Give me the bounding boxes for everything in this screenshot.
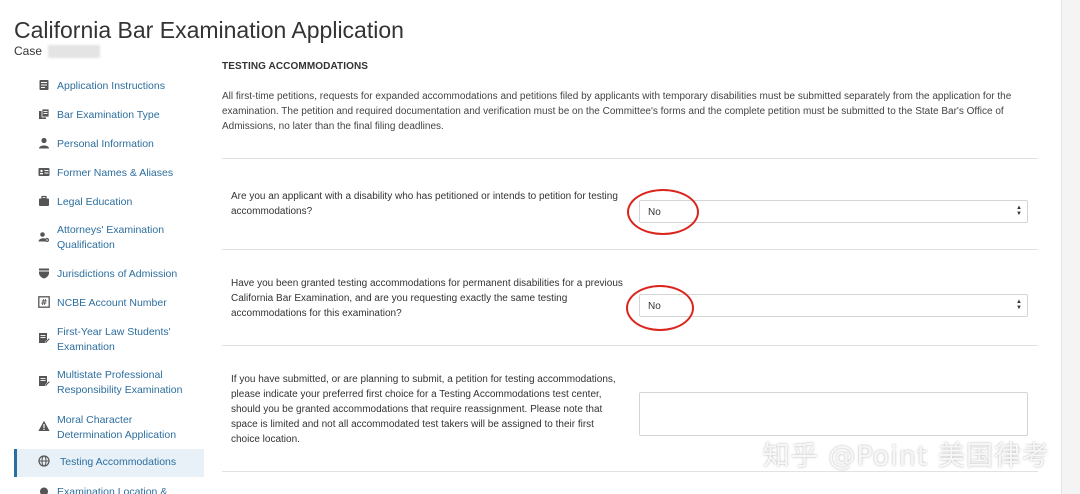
svg-text:#: # — [41, 298, 48, 307]
question-text: Are you an applicant with a disability w… — [231, 191, 618, 217]
divider — [222, 158, 1038, 159]
sidebar-item-label: Multistate Professional Responsibility E… — [57, 369, 183, 396]
same-accommodations-select[interactable]: No ▲ ▼ — [639, 294, 1028, 317]
sidebar-item-label: Bar Examination Type — [57, 109, 160, 121]
page-title: California Bar Examination Application — [14, 17, 404, 43]
section-title: TESTING ACCOMMODATIONS — [222, 61, 369, 72]
scrollbar-track[interactable] — [1061, 0, 1080, 494]
test-center-preference-field[interactable] — [639, 392, 1028, 436]
list-doc-icon — [38, 79, 50, 91]
person-gear-icon — [38, 231, 50, 243]
sidebar-item-label: Examination Location & — [57, 486, 168, 494]
sidebar-item-label: NCBE Account Number — [57, 297, 167, 309]
sidebar-item-label: Attorneys' Examination Qualification — [57, 224, 165, 251]
sidebar-item-label: First-Year Law Students' Examination — [57, 326, 171, 353]
divider — [222, 345, 1038, 346]
question-text: If you have submitted, or are planning t… — [231, 374, 616, 445]
sidebar-item-testing-accommodations[interactable]: Testing Accommodations — [14, 449, 204, 477]
sidebar-item-examination-location[interactable]: Examination Location & — [14, 482, 204, 494]
sidebar-item-label: Personal Information — [57, 138, 154, 150]
annotation-circle — [627, 189, 699, 235]
sidebar-item-jurisdictions-of-admission[interactable]: Jurisdictions of Admission — [14, 262, 204, 290]
sidebar-item-former-names[interactable]: Former Names & Aliases — [14, 159, 204, 187]
edit-doc-icon — [38, 332, 50, 344]
sidebar-item-label: Jurisdictions of Admission — [57, 268, 178, 280]
sidebar-item-bar-examination-type[interactable]: Bar Examination Type — [14, 101, 204, 129]
briefcase-icon — [38, 195, 50, 207]
sidebar-item-application-instructions[interactable]: Application Instructions — [14, 72, 204, 100]
globe-icon — [38, 455, 50, 467]
sidebar-item-label: Testing Accommodations — [60, 456, 177, 468]
sidebar-item-legal-education[interactable]: Legal Education — [14, 188, 204, 216]
case-label: Case — [14, 44, 43, 58]
sidebar-item-personal-information[interactable]: Personal Information — [14, 130, 204, 158]
sidebar-item-ncbe-account-number[interactable]: # NCBE Account Number — [14, 291, 204, 319]
sidebar-item-label: Legal Education — [57, 196, 133, 208]
hash-box-icon: # — [38, 296, 50, 308]
edit-doc-icon — [38, 375, 50, 387]
warning-icon — [38, 420, 50, 432]
annotation-circle — [626, 285, 694, 331]
location-icon — [38, 487, 50, 494]
select-arrows-icon: ▲ ▼ — [1016, 205, 1022, 217]
shield-icon — [38, 267, 50, 279]
sidebar-item-mpre[interactable]: Multistate Professional Responsibility E… — [14, 365, 204, 409]
sidebar-item-moral-character[interactable]: Moral Character Determination Applicatio… — [14, 409, 204, 453]
question-text: Have you been granted testing accommodat… — [231, 278, 623, 319]
case-number-redacted — [48, 45, 101, 59]
sidebar-item-first-year-law-students[interactable]: First-Year Law Students' Examination — [14, 321, 204, 365]
case-line: Case — [14, 44, 101, 59]
divider — [222, 249, 1038, 250]
sidebar-item-label: Application Instructions — [57, 80, 165, 92]
copy-doc-icon — [38, 108, 50, 120]
id-card-icon — [38, 166, 50, 178]
select-arrows-icon: ▲ ▼ — [1016, 299, 1022, 311]
person-icon — [38, 137, 50, 149]
sidebar-item-label: Moral Character Determination Applicatio… — [57, 414, 177, 441]
watermark: 知乎 @Point 美国律考 — [762, 441, 1050, 472]
sidebar-item-label: Former Names & Aliases — [57, 167, 174, 179]
sidebar-item-attorneys-examination-qualification[interactable]: Attorneys' Examination Qualification — [14, 217, 204, 261]
intro-text: All first-time petitions, requests for e… — [222, 91, 1012, 132]
